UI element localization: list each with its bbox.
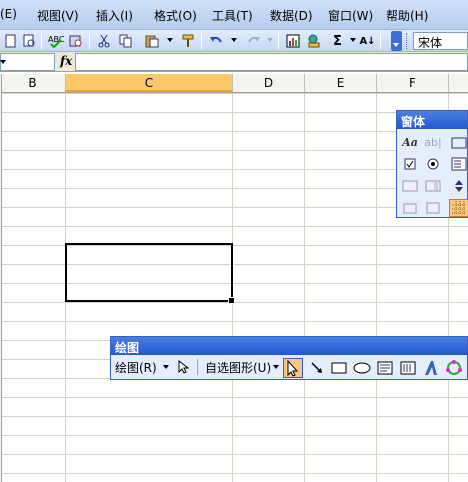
new-icon[interactable] (0, 32, 19, 50)
draw-menu-dropdown-icon[interactable] (163, 365, 169, 369)
column-header-e[interactable]: E (305, 74, 377, 92)
rectangle-icon[interactable] (329, 359, 349, 377)
chart-wizard-icon[interactable] (283, 32, 302, 50)
drawing-toolbar-title[interactable]: 绘图 (111, 337, 467, 355)
format-painter-icon[interactable] (178, 32, 197, 50)
wordart-icon[interactable] (421, 359, 441, 377)
print-preview-icon[interactable] (19, 32, 38, 50)
scroll-bar-icon (423, 177, 443, 195)
option-button-icon[interactable] (423, 155, 443, 173)
toggle-grid-icon[interactable] (449, 199, 468, 217)
drawing-toolbar: 绘图 绘图(R) 自选图形(U) (110, 336, 468, 380)
menu-edit[interactable]: (E) (0, 7, 17, 21)
column-header-c[interactable]: C (66, 74, 233, 92)
sort-ascending-icon[interactable]: A↓ (358, 32, 377, 50)
autosum-dropdown-icon[interactable] (350, 38, 356, 42)
formula-bar: fx (0, 52, 468, 72)
menu-data[interactable]: 数据(D) (270, 7, 313, 24)
menu-tools[interactable]: 工具(T) (212, 7, 253, 24)
paste-dropdown-icon[interactable] (167, 38, 173, 42)
redo-icon[interactable] (244, 32, 263, 50)
toolbar-separator (197, 359, 198, 375)
autosum-icon[interactable]: Σ (328, 32, 347, 50)
column-header-d[interactable]: D (233, 74, 305, 92)
gridline (304, 93, 305, 482)
gridline (376, 93, 377, 482)
toolbar-separator (89, 33, 90, 49)
menu-view[interactable]: 视图(V) (37, 7, 79, 24)
properties-icon (400, 199, 420, 217)
column-header-f[interactable]: F (377, 74, 449, 92)
forms-toolbar-title[interactable]: 窗体 (397, 111, 467, 129)
menu-bar: (E) 视图(V) 插入(I) 格式(O) 工具(T) 数据(D) 窗口(W) … (0, 0, 468, 30)
list-box-icon[interactable] (449, 155, 468, 173)
toolbar-separator (380, 33, 381, 49)
menu-window[interactable]: 窗口(W) (328, 7, 373, 24)
toolbar-separator (278, 33, 279, 49)
copy-icon[interactable] (116, 32, 135, 50)
autoshapes-dropdown-icon[interactable] (273, 365, 279, 369)
draw-menu-button[interactable]: 绘图(R) (115, 359, 157, 376)
column-headers: B C D E F (0, 74, 468, 93)
selected-cell-range[interactable] (65, 243, 235, 304)
redo-dropdown-icon (267, 38, 273, 42)
line-icon[interactable] (283, 358, 303, 378)
combo-box-icon (400, 177, 420, 195)
undo-dropdown-icon[interactable] (231, 38, 237, 42)
spelling-icon[interactable]: ABC (46, 32, 65, 50)
menu-format[interactable]: 格式(O) (154, 7, 197, 24)
cut-icon[interactable] (94, 32, 113, 50)
text-box-icon[interactable] (375, 359, 395, 377)
insert-function-icon[interactable]: fx (60, 54, 72, 68)
toolbar-grip-icon (406, 33, 408, 49)
row-header-strip (0, 74, 2, 482)
toolbar-separator (201, 33, 202, 49)
paste-icon[interactable] (142, 32, 161, 50)
name-box[interactable] (0, 53, 55, 71)
undo-icon[interactable] (206, 32, 225, 50)
select-objects-icon[interactable] (173, 358, 193, 376)
edit-box-icon: ab| (424, 135, 442, 149)
toolbar-options-icon[interactable] (391, 31, 402, 51)
oval-icon[interactable] (352, 359, 372, 377)
spinner-icon[interactable] (449, 177, 468, 195)
forms-toolbar: 窗体 Aa ab| (396, 110, 468, 218)
label-icon[interactable]: Aa (400, 133, 420, 151)
group-box-icon[interactable] (449, 133, 468, 151)
standard-toolbar: ABC Σ A↓ 宋体 (0, 30, 468, 52)
name-box-dropdown-icon[interactable] (0, 60, 6, 64)
autoshapes-menu-button[interactable]: 自选图形(U) (205, 359, 271, 376)
svg-text:ABC: ABC (48, 35, 64, 44)
research-icon[interactable] (66, 32, 85, 50)
drawing-icon[interactable] (304, 32, 323, 50)
font-name-select[interactable]: 宋体 (413, 32, 468, 50)
formula-input[interactable] (75, 53, 468, 71)
diagram-icon[interactable] (444, 359, 464, 377)
menu-help[interactable]: 帮助(H) (386, 7, 428, 24)
checkbox-icon[interactable] (400, 155, 420, 173)
edit-code-icon (423, 199, 443, 217)
arrow-icon[interactable] (307, 359, 327, 377)
column-header-b[interactable]: B (0, 74, 66, 92)
menu-insert[interactable]: 插入(I) (96, 7, 133, 24)
toolbar-separator (41, 33, 42, 49)
vertical-text-box-icon[interactable] (398, 359, 418, 377)
